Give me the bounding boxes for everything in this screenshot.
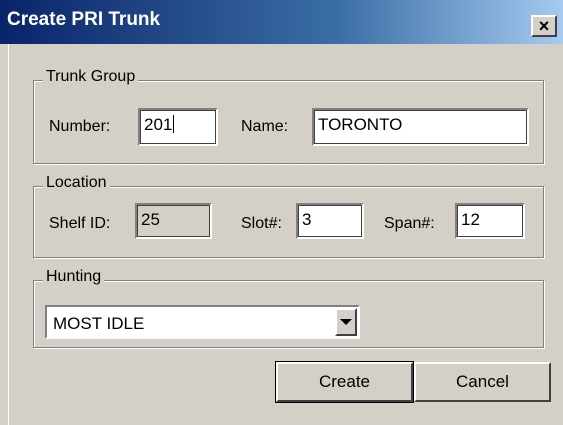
trunk-group-legend: Trunk Group <box>43 68 139 86</box>
window-edge <box>0 44 9 425</box>
shelf-id-value: 25 <box>141 210 160 229</box>
location-legend: Location <box>43 174 110 192</box>
shelf-id-label: Shelf ID: <box>49 215 111 232</box>
cancel-button[interactable]: Cancel <box>414 362 551 402</box>
name-value: TORONTO <box>318 115 403 134</box>
number-label: Number: <box>49 118 111 135</box>
name-label: Name: <box>241 118 289 135</box>
number-value: 201 <box>144 115 173 134</box>
span-field[interactable]: 12 <box>455 203 525 239</box>
span-label: Span#: <box>384 215 435 232</box>
hunting-legend: Hunting <box>43 268 105 286</box>
chevron-down-icon <box>340 319 352 325</box>
number-field[interactable]: 201 <box>138 108 218 146</box>
hunting-dropdown[interactable]: MOST IDLE <box>45 305 360 339</box>
slot-field[interactable]: 3 <box>296 203 364 239</box>
dropdown-button[interactable] <box>335 308 357 336</box>
create-pri-trunk-dialog: Create PRI Trunk × Trunk Group Number: 2… <box>0 0 563 425</box>
hunting-selected-value: MOST IDLE <box>53 314 145 333</box>
span-value: 12 <box>461 210 480 229</box>
create-button[interactable]: Create <box>275 361 414 403</box>
slot-value: 3 <box>302 210 312 229</box>
text-caret <box>173 115 175 133</box>
window-title: Create PRI Trunk <box>7 9 161 30</box>
close-button[interactable]: × <box>531 15 557 37</box>
title-bar[interactable]: Create PRI Trunk × <box>0 0 563 44</box>
name-field[interactable]: TORONTO <box>312 108 529 146</box>
shelf-id-field: 25 <box>135 203 212 239</box>
slot-label: Slot#: <box>241 215 282 232</box>
close-icon: × <box>538 16 550 36</box>
